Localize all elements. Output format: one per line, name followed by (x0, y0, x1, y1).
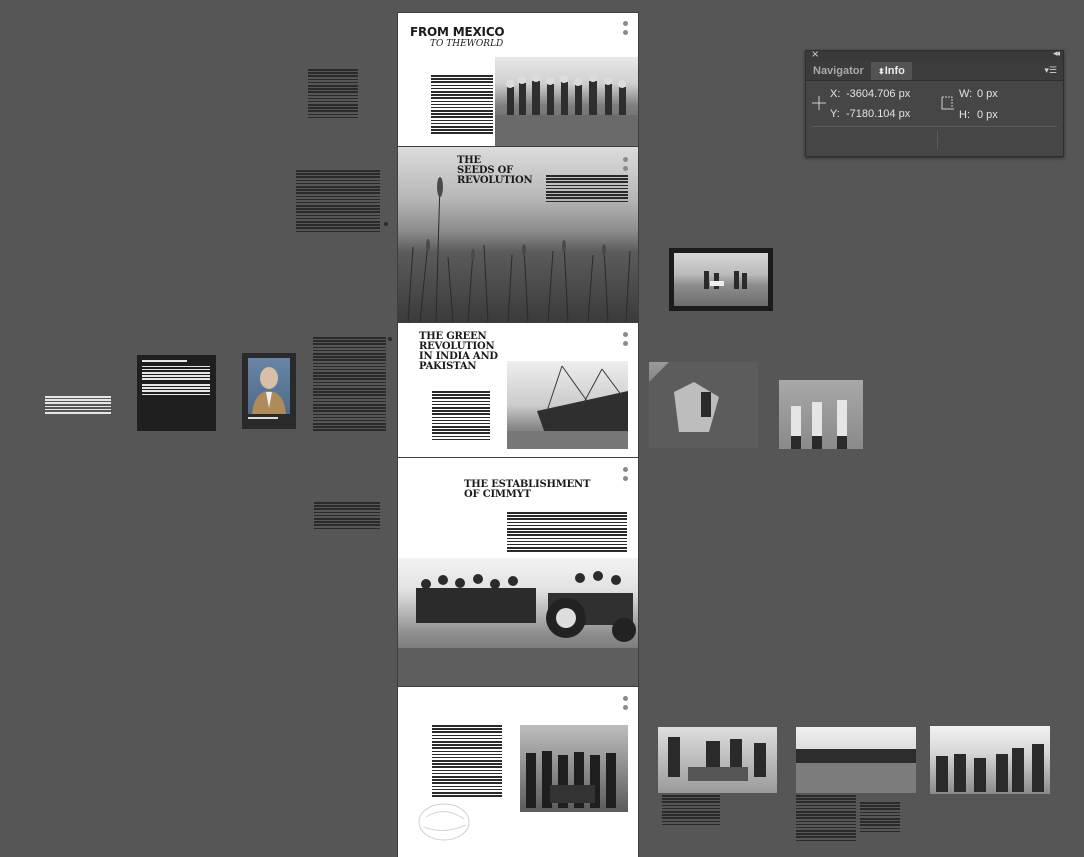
body-text-block (546, 175, 628, 204)
page-dots (623, 696, 628, 714)
pasteboard-text-4 (314, 502, 380, 531)
page-title-green-revolution: THE GREEN REVOLUTION IN INDIA AND PAKISTAN (419, 331, 498, 372)
page-title-cimmyt: THE ESTABLISHMENT OF CIMMYT (464, 479, 591, 500)
group-illustration (526, 751, 616, 808)
researchers-illustration (936, 744, 1044, 792)
pasteboard-text-3 (313, 337, 386, 433)
photo-cargo-ship[interactable] (507, 361, 628, 449)
page-title-from-mexico: FROM MEXICO (410, 25, 505, 39)
panel-tabbar: Navigator ⬍Info ▾☰ (806, 62, 1063, 81)
portrait-photo (248, 358, 290, 414)
collapse-icon[interactable]: ◂◂ (1053, 49, 1060, 59)
h-label: H: (959, 109, 970, 121)
ship-illustration (507, 365, 628, 449)
panel-divider (812, 126, 1057, 127)
portrait-caption (248, 417, 278, 419)
grain-illustration (649, 362, 758, 448)
artboard-page-from-mexico[interactable]: FROM MEXICO TO THEWORLD (398, 13, 638, 146)
team-illustration (796, 749, 916, 793)
pasteboard-text-2 (296, 170, 380, 234)
panel-divider-vertical (937, 131, 938, 149)
photo-tractor[interactable] (398, 558, 638, 686)
page-dots (623, 21, 628, 39)
photo-grain-pile[interactable] (649, 362, 758, 448)
x-value: -3604.706 px (846, 88, 911, 100)
framed-photo-field[interactable] (669, 248, 773, 311)
body-text-block (507, 512, 627, 553)
page-subtitle: TO THEWORLD (430, 39, 504, 49)
pasteboard-text-1 (308, 69, 358, 120)
sidebar-box-dark[interactable] (137, 355, 216, 431)
y-value: -7180.104 px (846, 108, 911, 120)
body-text-block (432, 391, 490, 442)
tab-sort-icon: ⬍ (878, 67, 885, 76)
field-illustration (704, 271, 747, 289)
person-illustration (252, 367, 286, 414)
artboard-page-5[interactable] (398, 687, 638, 857)
page-dots (623, 157, 628, 175)
x-label: X: (830, 88, 841, 100)
photo-men-warehouse[interactable] (779, 380, 863, 449)
page-title-seeds: THE SEEDS OF REVOLUTION (457, 155, 533, 186)
close-icon[interactable]: × (811, 49, 819, 60)
selection-size-icon (941, 96, 954, 110)
anchor-dot (388, 337, 392, 341)
w-value: 0 px (977, 88, 998, 100)
workers-illustration (495, 74, 638, 146)
h-value: 0 px (977, 109, 998, 121)
men-illustration (791, 400, 847, 449)
photo-researchers-outdoors[interactable] (930, 726, 1050, 794)
signing-illustration (668, 737, 766, 781)
pasteboard-white-text (45, 396, 111, 415)
caption-text-a (662, 795, 720, 827)
body-text-block (432, 725, 502, 798)
photo-wheat-team[interactable] (796, 727, 916, 793)
tab-info[interactable]: ⬍Info (871, 62, 912, 80)
tractor-illustration (398, 571, 638, 686)
panel-titlebar[interactable]: × ◂◂ (806, 49, 1063, 62)
globe-sketch-icon (418, 803, 470, 841)
tab-navigator[interactable]: Navigator (806, 62, 871, 80)
y-label: Y: (830, 108, 840, 120)
portrait-frame[interactable] (242, 353, 296, 429)
anchor-dot (384, 222, 388, 226)
panel-menu-icon[interactable]: ▾☰ (1044, 66, 1057, 76)
photo-field-workers[interactable] (495, 57, 638, 146)
body-text-block (431, 75, 493, 136)
artboard-page-green-revolution[interactable]: THE GREEN REVOLUTION IN INDIA AND PAKISTAN (398, 323, 638, 457)
artboard-page-seeds-of-revolution[interactable]: THE SEEDS OF REVOLUTION (398, 147, 638, 322)
crosshair-icon (812, 96, 826, 110)
artboard-page-cimmyt[interactable]: THE ESTABLISHMENT OF CIMMYT (398, 458, 638, 686)
page-dots (623, 332, 628, 350)
sidebar-box-text (142, 360, 210, 397)
page-dots (623, 467, 628, 485)
caption-text-b (796, 795, 856, 843)
caption-text-c (860, 802, 900, 834)
w-label: W: (959, 88, 973, 100)
photo-signing-ceremony[interactable] (658, 727, 777, 793)
info-panel[interactable]: × ◂◂ Navigator ⬍Info ▾☰ X: -3604.706 px … (805, 49, 1064, 157)
photo-group-signing[interactable] (520, 725, 628, 812)
